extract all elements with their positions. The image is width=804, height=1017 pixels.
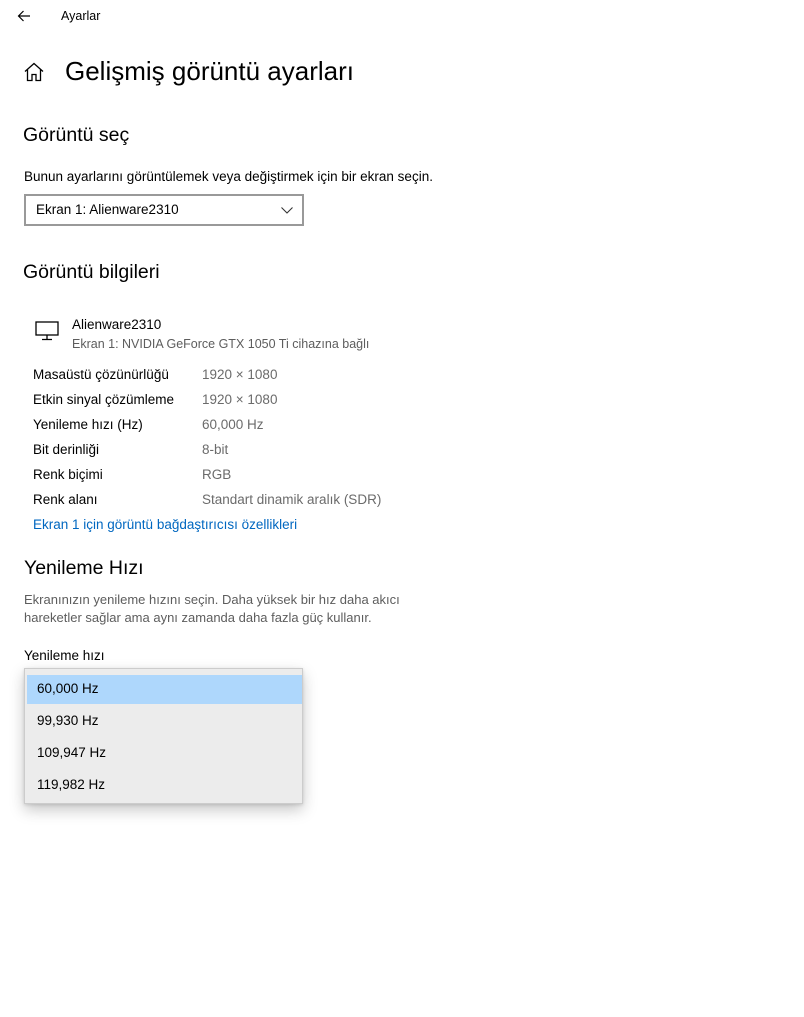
back-arrow-icon — [17, 10, 30, 22]
info-label-color-format: Renk biçimi — [33, 467, 103, 482]
display-select-value: Ekran 1: Alienware2310 — [36, 202, 179, 217]
refresh-rate-option[interactable]: 119,982 Hz — [27, 771, 302, 800]
refresh-rate-description-line1: Ekranınızın yenileme hızını seçin. Daha … — [24, 592, 400, 607]
info-value-color-format: RGB — [202, 467, 232, 482]
info-label-bit-depth: Bit derinliği — [33, 442, 100, 457]
monitor-name: Alienware2310 — [72, 317, 162, 332]
info-value-refresh-rate: 60,000 Hz — [202, 417, 264, 432]
back-button[interactable] — [8, 2, 40, 30]
refresh-rate-option[interactable]: 99,930 Hz — [27, 707, 302, 736]
monitor-subtitle: Ekran 1: NVIDIA GeForce GTX 1050 Ti ciha… — [72, 337, 370, 351]
display-info-heading: Görüntü bilgileri — [23, 261, 160, 283]
refresh-rate-field-label: Yenileme hızı — [24, 648, 105, 663]
select-display-heading: Görüntü seç — [23, 124, 130, 146]
chevron-down-icon — [281, 207, 293, 214]
refresh-rate-option-label: 119,982 Hz — [37, 777, 106, 792]
info-value-active-signal: 1920 × 1080 — [202, 392, 278, 407]
info-label-color-space: Renk alanı — [33, 492, 98, 507]
refresh-rate-description-line2: hareketler sağlar ama aynı zamanda daha … — [24, 610, 372, 625]
refresh-rate-option[interactable]: 60,000 Hz — [27, 675, 302, 704]
page-title: Gelişmiş görüntü ayarları — [65, 56, 354, 86]
info-value-color-space: Standart dinamik aralık (SDR) — [202, 492, 382, 507]
info-value-bit-depth: 8-bit — [202, 442, 229, 457]
info-label-refresh-rate: Yenileme hızı (Hz) — [33, 417, 143, 432]
info-value-desktop-resolution: 1920 × 1080 — [202, 367, 278, 382]
adapter-properties-link[interactable]: Ekran 1 için görüntü bağdaştırıcısı özel… — [33, 517, 297, 532]
refresh-rate-option-label: 99,930 Hz — [37, 713, 99, 728]
info-label-desktop-resolution: Masaüstü çözünürlüğü — [33, 367, 169, 382]
refresh-rate-heading: Yenileme Hızı — [24, 557, 144, 579]
home-icon[interactable] — [22, 60, 46, 84]
refresh-rate-dropdown[interactable]: 60,000 Hz 99,930 Hz 109,947 Hz 119,982 H… — [24, 668, 303, 804]
window-title: Ayarlar — [61, 9, 101, 23]
refresh-rate-option-label: 109,947 Hz — [37, 745, 107, 760]
refresh-rate-option-label: 60,000 Hz — [37, 681, 99, 696]
monitor-icon — [35, 320, 59, 342]
select-display-description: Bunun ayarlarını görüntülemek veya değiş… — [24, 169, 433, 184]
info-label-active-signal: Etkin sinyal çözümleme — [33, 392, 175, 407]
display-select[interactable]: Ekran 1: Alienware2310 — [24, 194, 304, 226]
refresh-rate-option[interactable]: 109,947 Hz — [27, 739, 302, 768]
